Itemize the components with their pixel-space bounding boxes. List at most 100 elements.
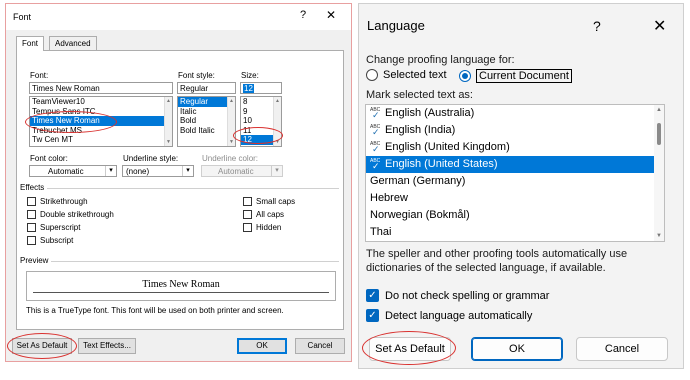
font-dialog-titlebar: Font ? ✕ bbox=[6, 4, 351, 30]
language-name: English (Australia) bbox=[385, 107, 475, 119]
language-item[interactable]: ABC ✓ English (Australia) bbox=[366, 105, 664, 122]
tab-font[interactable]: Font bbox=[16, 36, 45, 51]
language-name: Norwegian (Bokmål) bbox=[370, 209, 470, 221]
help-icon[interactable]: ? bbox=[593, 18, 601, 34]
mark-selected-label: Mark selected text as: bbox=[366, 89, 473, 101]
proofing-description: The speller and other proofing tools aut… bbox=[366, 248, 628, 274]
chevron-down-icon: ▾ bbox=[271, 166, 282, 176]
preview-baseline bbox=[33, 292, 329, 293]
close-icon[interactable]: ✕ bbox=[653, 16, 666, 36]
font-list-item[interactable]: Tempus Sans ITC bbox=[30, 107, 172, 117]
font-list-scrollbar[interactable]: ▲ ▼ bbox=[164, 97, 172, 146]
double-strikethrough-checkbox[interactable]: Double strikethrough bbox=[27, 210, 114, 219]
font-list-item[interactable]: Tw Cen MT bbox=[30, 135, 172, 145]
font-name-list[interactable]: TeamViewer10 Tempus Sans ITC Times New R… bbox=[29, 96, 173, 147]
chevron-down-icon: ▾ bbox=[105, 166, 116, 176]
scroll-down-icon[interactable]: ▼ bbox=[656, 233, 662, 239]
language-item[interactable]: ABC ✓ English (United Kingdom) bbox=[366, 139, 664, 156]
font-list-item-selected[interactable]: Times New Roman bbox=[30, 116, 172, 126]
underline-color-label: Underline color: bbox=[202, 154, 259, 163]
checkbox-label: Subscript bbox=[40, 236, 74, 245]
language-name: English (United States) bbox=[385, 158, 498, 170]
font-dialog: Font ? ✕ Font Advanced Font: Times New R… bbox=[5, 3, 352, 362]
close-icon[interactable]: ✕ bbox=[326, 8, 336, 22]
underline-style-select[interactable]: (none) ▾ bbox=[122, 165, 194, 177]
tab-advanced[interactable]: Advanced bbox=[49, 36, 97, 50]
selected-text-radio[interactable]: Selected text bbox=[366, 69, 447, 81]
checkmark-icon: ✓ bbox=[366, 289, 379, 302]
effects-label: Effects bbox=[20, 183, 45, 192]
underline-style-label: Underline style: bbox=[123, 154, 179, 163]
all-caps-checkbox[interactable]: All caps bbox=[243, 210, 284, 219]
font-size-label: Size: bbox=[241, 71, 259, 80]
ok-button[interactable]: OK bbox=[471, 337, 563, 361]
style-list-scrollbar[interactable]: ▲ ▼ bbox=[227, 97, 235, 146]
set-as-default-button[interactable]: Set As Default bbox=[12, 338, 72, 354]
current-document-radio[interactable]: Current Document bbox=[459, 69, 572, 83]
preview-label: Preview bbox=[20, 256, 49, 265]
checkbox-label: Hidden bbox=[256, 223, 282, 232]
font-name-input[interactable]: Times New Roman bbox=[29, 82, 173, 94]
checkbox-label: Double strikethrough bbox=[40, 210, 114, 219]
font-color-select[interactable]: Automatic ▾ bbox=[29, 165, 117, 177]
checkbox-label: Detect language automatically bbox=[385, 309, 533, 322]
font-style-input[interactable]: Regular bbox=[177, 82, 236, 94]
detect-language-checkbox[interactable]: ✓ Detect language automatically bbox=[366, 309, 532, 322]
help-icon[interactable]: ? bbox=[300, 9, 306, 21]
font-style-list[interactable]: Regular Italic Bold Bold Italic ▲ ▼ bbox=[177, 96, 236, 147]
language-name: English (India) bbox=[385, 124, 456, 136]
preview-text: Times New Roman bbox=[142, 279, 220, 290]
scroll-thumb[interactable] bbox=[657, 123, 661, 145]
preview-box: Times New Roman bbox=[26, 271, 336, 301]
font-list-item[interactable]: Trebuchet MS bbox=[30, 126, 172, 136]
font-list-item[interactable]: TeamViewer10 bbox=[30, 97, 172, 107]
subscript-checkbox[interactable]: Subscript bbox=[27, 236, 73, 245]
language-name: Thai bbox=[370, 226, 392, 238]
small-caps-checkbox[interactable]: Small caps bbox=[243, 197, 295, 206]
spellcheck-icon: ABC ✓ bbox=[370, 124, 381, 137]
font-size-list[interactable]: 8 9 10 11 12 ▲ ▼ bbox=[240, 96, 282, 147]
language-item-selected[interactable]: ABC ✓ English (United States) bbox=[366, 156, 664, 173]
cancel-button[interactable]: Cancel bbox=[576, 337, 668, 361]
do-not-check-spelling-checkbox[interactable]: ✓ Do not check spelling or grammar bbox=[366, 289, 549, 302]
font-info-text: This is a TrueType font. This font will … bbox=[26, 306, 284, 315]
font-dialog-title: Font bbox=[13, 12, 32, 22]
language-name: German (Germany) bbox=[370, 175, 466, 187]
checkmark-icon: ✓ bbox=[366, 309, 379, 322]
language-list-scrollbar[interactable]: ▲ ▼ bbox=[654, 105, 664, 241]
strikethrough-checkbox[interactable]: Strikethrough bbox=[27, 197, 88, 206]
font-style-label: Font style: bbox=[178, 71, 215, 80]
hidden-checkbox[interactable]: Hidden bbox=[243, 223, 281, 232]
checkbox-label: All caps bbox=[256, 210, 285, 219]
checkbox-label: Strikethrough bbox=[40, 197, 88, 206]
checkbox-label: Small caps bbox=[256, 197, 296, 206]
underline-color-value: Automatic bbox=[218, 167, 254, 176]
font-tab-panel: Font: Times New Roman TeamViewer10 Tempu… bbox=[16, 50, 344, 330]
cancel-button[interactable]: Cancel bbox=[295, 338, 345, 354]
language-item[interactable]: Norwegian (Bokmål) bbox=[366, 207, 664, 224]
language-item[interactable]: ABC ✓ English (India) bbox=[366, 122, 664, 139]
language-item[interactable]: Hebrew bbox=[366, 190, 664, 207]
font-size-input-value: 12 bbox=[243, 84, 254, 93]
radio-label: Current Document bbox=[476, 69, 572, 83]
spellcheck-icon: ABC ✓ bbox=[370, 158, 381, 171]
language-dialog: Language ? ✕ Change proofing language fo… bbox=[358, 3, 684, 369]
underline-style-value: (none) bbox=[126, 167, 150, 176]
language-item[interactable]: German (Germany) bbox=[366, 173, 664, 190]
font-size-input[interactable]: 12 bbox=[240, 82, 282, 94]
size-list-scrollbar[interactable]: ▲ ▼ bbox=[273, 97, 281, 146]
text-effects-button[interactable]: Text Effects... bbox=[78, 338, 136, 354]
radio-label: Selected text bbox=[383, 69, 447, 81]
spellcheck-icon: ABC ✓ bbox=[370, 107, 381, 120]
language-list[interactable]: ABC ✓ English (Australia) ABC ✓ English (I… bbox=[365, 104, 665, 242]
set-as-default-button[interactable]: Set As Default bbox=[369, 337, 451, 361]
language-name: English (United Kingdom) bbox=[385, 141, 510, 153]
underline-color-select[interactable]: Automatic ▾ bbox=[201, 165, 283, 177]
font-name-label: Font: bbox=[30, 71, 49, 80]
language-item[interactable]: Thai bbox=[366, 224, 664, 241]
font-color-label: Font color: bbox=[30, 154, 68, 163]
ok-button[interactable]: OK bbox=[237, 338, 287, 354]
scroll-up-icon[interactable]: ▲ bbox=[656, 107, 662, 113]
superscript-checkbox[interactable]: Superscript bbox=[27, 223, 80, 232]
preview-divider bbox=[51, 261, 339, 262]
